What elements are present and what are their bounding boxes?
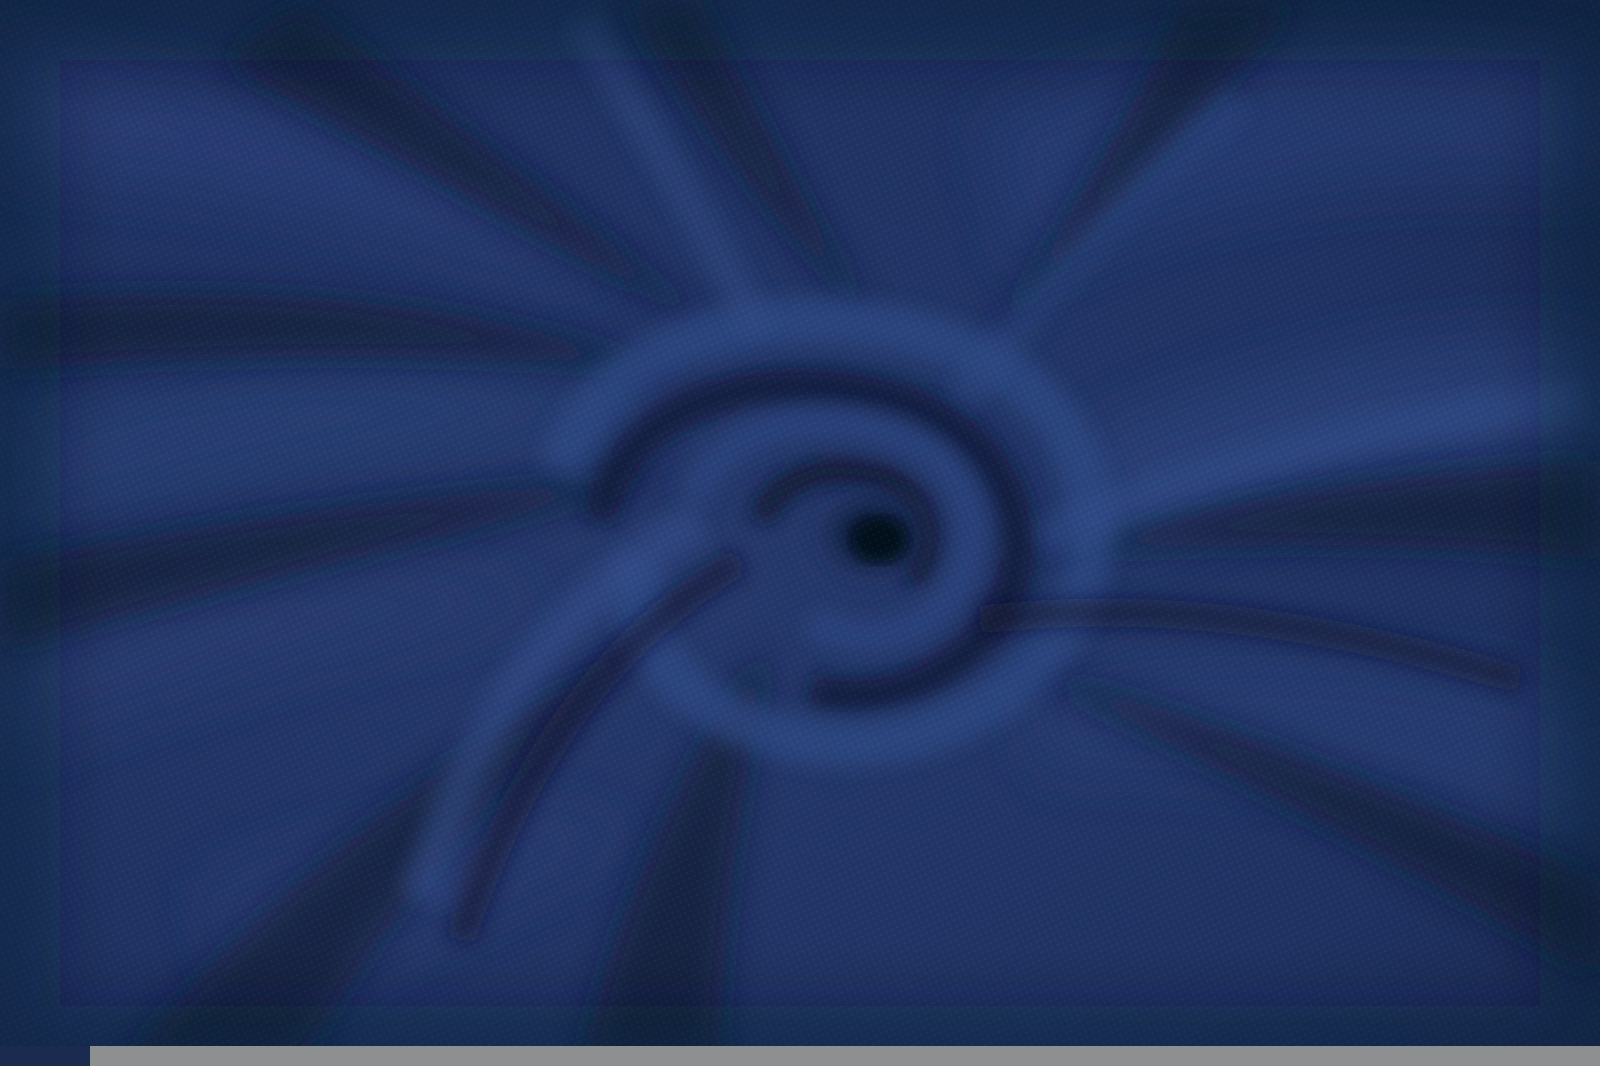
photo-scene — [0, 0, 1600, 1066]
bottom-edge-dark-strip — [0, 1046, 90, 1066]
bottom-edge-gray-strip — [90, 1046, 1600, 1066]
navy-fabric-swirl-photo — [0, 0, 1600, 1066]
